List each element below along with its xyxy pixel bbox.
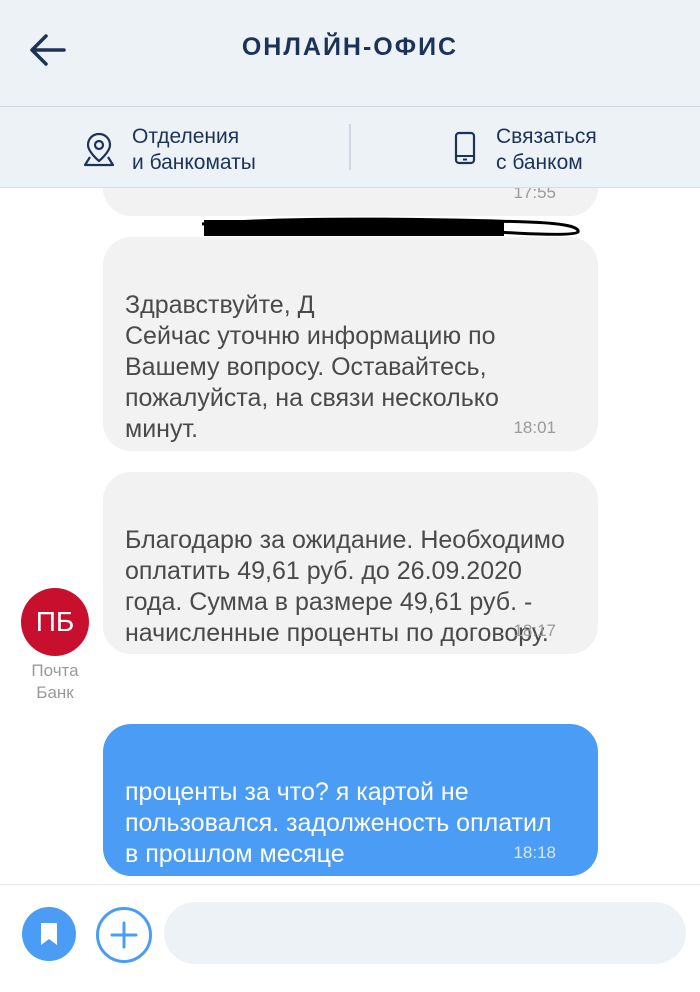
branches-label: Отделения и банкоматы <box>132 125 256 174</box>
plus-icon <box>110 921 138 949</box>
message-text: Здравствуйте, Д Сейчас уточню информацию… <box>125 291 499 443</box>
message-input[interactable] <box>164 902 686 964</box>
message-composer <box>0 884 700 992</box>
bookmark-icon <box>41 923 57 945</box>
message-bubble-bank: Здравствуйте, Д Сейчас уточню информацию… <box>103 237 598 451</box>
message-text: проценты за что? я картой не пользовался… <box>125 778 552 868</box>
app-header: ОНЛАЙН-ОФИС <box>0 0 700 107</box>
map-pin-icon <box>83 132 115 167</box>
message-time: 18:18 <box>513 843 556 862</box>
subnav-bar: Отделения и банкоматы Связаться с банком <box>0 107 700 188</box>
subnav-divider <box>349 124 351 170</box>
message-time: 17:55 <box>513 188 556 202</box>
chat-history[interactable]: 17:55 Здравствуйте, Д Сейчас уточню инфо… <box>0 188 700 884</box>
message-bubble-user: проценты за что? я картой не пользовался… <box>103 724 598 876</box>
branches-atms-link[interactable]: Отделения и банкоматы <box>78 107 338 187</box>
contact-label: Связаться с банком <box>496 125 597 174</box>
message-text: Благодарю за ожидание. Необходимо оплати… <box>125 526 565 647</box>
bank-avatar: ПБ <box>21 588 89 656</box>
bank-sender-name: Почта Банк <box>31 661 79 702</box>
page-title: ОНЛАЙН-ОФИС <box>241 33 459 61</box>
contact-bank-link[interactable]: Связаться с банком <box>450 107 670 187</box>
phone-icon <box>454 131 476 165</box>
message-time: 18:01 <box>513 418 556 437</box>
bookmark-button[interactable] <box>22 907 76 961</box>
message-bubble-bank: Благодарю за ожидание. Необходимо оплати… <box>103 472 598 654</box>
add-attachment-button[interactable] <box>96 907 152 963</box>
message-bubble-bank: 17:55 <box>103 188 598 216</box>
message-time: 18:17 <box>513 621 556 640</box>
